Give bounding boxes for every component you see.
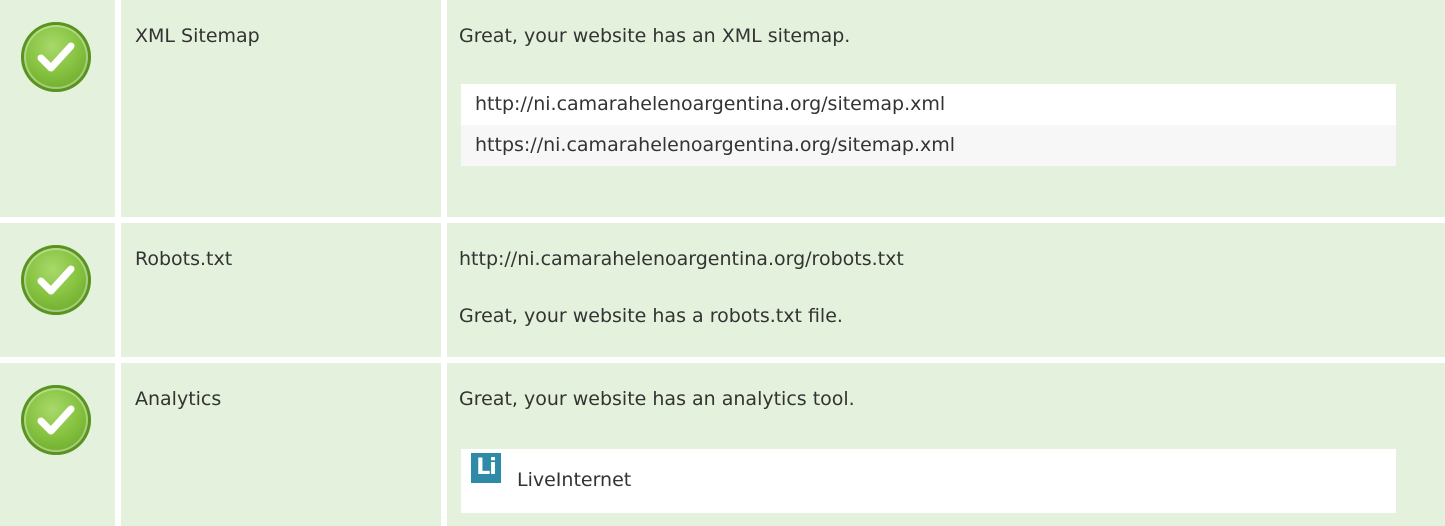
table-row-xml-sitemap: XML Sitemap Great, your website has an X… bbox=[0, 0, 1445, 217]
status-cell bbox=[0, 363, 115, 526]
status-cell bbox=[0, 223, 115, 357]
check-circle-icon bbox=[21, 245, 91, 315]
check-circle-icon bbox=[21, 22, 91, 92]
seo-check-table: XML Sitemap Great, your website has an X… bbox=[0, 0, 1445, 526]
analytics-tool-item: Li LiveInternet bbox=[461, 449, 1396, 513]
liveinternet-logo-icon: Li bbox=[471, 453, 501, 483]
status-message: Great, your website has an analytics too… bbox=[459, 388, 855, 410]
sitemap-url-item: http://ni.camarahelenoargentina.org/site… bbox=[461, 84, 1396, 125]
table-row-robots-txt: Robots.txt http://ni.camarahelenoargenti… bbox=[0, 223, 1445, 357]
label-cell: Analytics bbox=[121, 363, 441, 526]
label-cell: Robots.txt bbox=[121, 223, 441, 357]
sitemap-url-item: https://ni.camarahelenoargentina.org/sit… bbox=[461, 125, 1396, 166]
content-cell: http://ni.camarahelenoargentina.org/robo… bbox=[447, 223, 1445, 357]
robots-url: http://ni.camarahelenoargentina.org/robo… bbox=[459, 248, 904, 270]
status-message: Great, your website has an XML sitemap. bbox=[459, 25, 851, 47]
row-label: Robots.txt bbox=[135, 248, 233, 270]
status-cell bbox=[0, 0, 115, 217]
row-label: XML Sitemap bbox=[135, 25, 260, 47]
row-label: Analytics bbox=[135, 388, 222, 410]
content-cell: Great, your website has an XML sitemap. … bbox=[447, 0, 1445, 217]
analytics-tool-name: LiveInternet bbox=[517, 469, 632, 491]
content-cell: Great, your website has an analytics too… bbox=[447, 363, 1445, 526]
check-circle-icon bbox=[21, 385, 91, 455]
table-row-analytics: Analytics Great, your website has an ana… bbox=[0, 363, 1445, 526]
status-message: Great, your website has a robots.txt fil… bbox=[459, 305, 843, 327]
label-cell: XML Sitemap bbox=[121, 0, 441, 217]
